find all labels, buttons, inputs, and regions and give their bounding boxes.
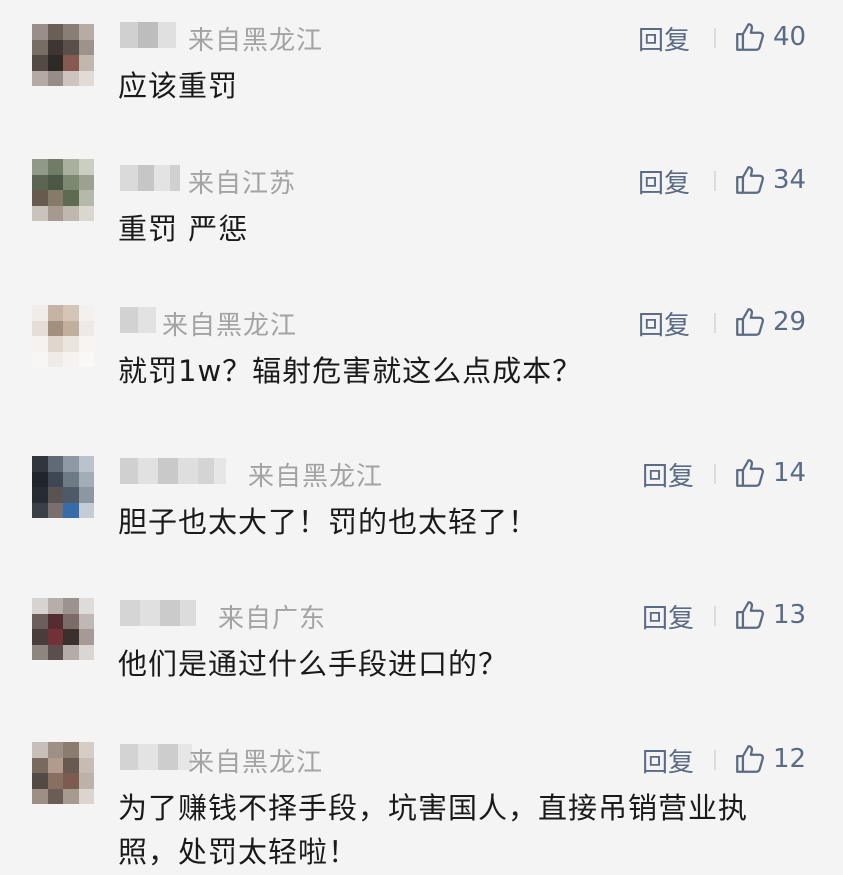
like-count: 29 xyxy=(773,307,807,337)
like-count: 13 xyxy=(773,600,807,630)
location-label: 来自广东 xyxy=(218,604,327,634)
nickname-blurred[interactable] xyxy=(120,458,226,488)
like-button[interactable]: 14 xyxy=(733,456,806,490)
reply-button[interactable]: 回复 xyxy=(642,456,694,493)
location-label: 来自黑龙江 xyxy=(188,26,324,56)
nickname-blurred[interactable] xyxy=(120,22,176,52)
thumbs-up-icon xyxy=(736,166,765,194)
avatar[interactable] xyxy=(32,598,94,660)
comment-text: 应该重罚 xyxy=(118,69,239,103)
like-count: 34 xyxy=(773,165,807,195)
thumbs-up-icon xyxy=(736,745,765,773)
like-button[interactable]: 29 xyxy=(733,305,806,339)
nickname-blurred[interactable] xyxy=(120,744,192,774)
nickname-blurred[interactable] xyxy=(120,165,180,195)
comment-text: 胆子也太大了！罚的也太轻了！ xyxy=(118,505,539,539)
like-button[interactable]: 12 xyxy=(733,742,806,776)
like-count: 14 xyxy=(773,458,807,488)
nickname-blurred[interactable] xyxy=(120,600,196,630)
reply-button[interactable]: 回复 xyxy=(638,163,690,200)
divider xyxy=(714,464,716,484)
comment-text: 就罚1w？辐射危害就这么点成本？ xyxy=(118,354,583,388)
avatar[interactable] xyxy=(32,742,94,804)
like-button[interactable]: 13 xyxy=(733,598,806,632)
comment-text: 为了赚钱不择手段，坑害国人，直接吊销营业执照，处罚太轻啦！ xyxy=(118,791,749,869)
thumbs-up-icon xyxy=(736,23,765,51)
thumbs-up-icon xyxy=(736,308,765,336)
reply-button[interactable]: 回复 xyxy=(642,598,694,635)
avatar[interactable] xyxy=(32,159,94,221)
like-button[interactable]: 40 xyxy=(733,20,806,54)
thumbs-up-icon xyxy=(736,459,765,487)
divider xyxy=(714,313,716,333)
like-count: 40 xyxy=(773,22,807,52)
comment-text: 重罚 严惩 xyxy=(118,212,249,246)
divider xyxy=(714,606,716,626)
divider xyxy=(714,750,716,770)
avatar[interactable] xyxy=(32,456,94,518)
location-label: 来自黑龙江 xyxy=(188,748,324,778)
reply-button[interactable]: 回复 xyxy=(638,20,690,57)
nickname-blurred[interactable] xyxy=(120,307,156,337)
location-label: 来自黑龙江 xyxy=(162,311,298,341)
thumbs-up-icon xyxy=(736,601,765,629)
location-label: 来自江苏 xyxy=(188,169,297,199)
reply-button[interactable]: 回复 xyxy=(642,742,694,779)
like-button[interactable]: 34 xyxy=(733,163,806,197)
comment-text: 他们是通过什么手段进口的？ xyxy=(118,647,509,681)
divider xyxy=(714,28,716,48)
reply-button[interactable]: 回复 xyxy=(638,305,690,342)
like-count: 12 xyxy=(773,744,807,774)
location-label: 来自黑龙江 xyxy=(248,462,384,492)
avatar[interactable] xyxy=(32,305,94,367)
divider xyxy=(714,171,716,191)
avatar[interactable] xyxy=(32,24,94,86)
